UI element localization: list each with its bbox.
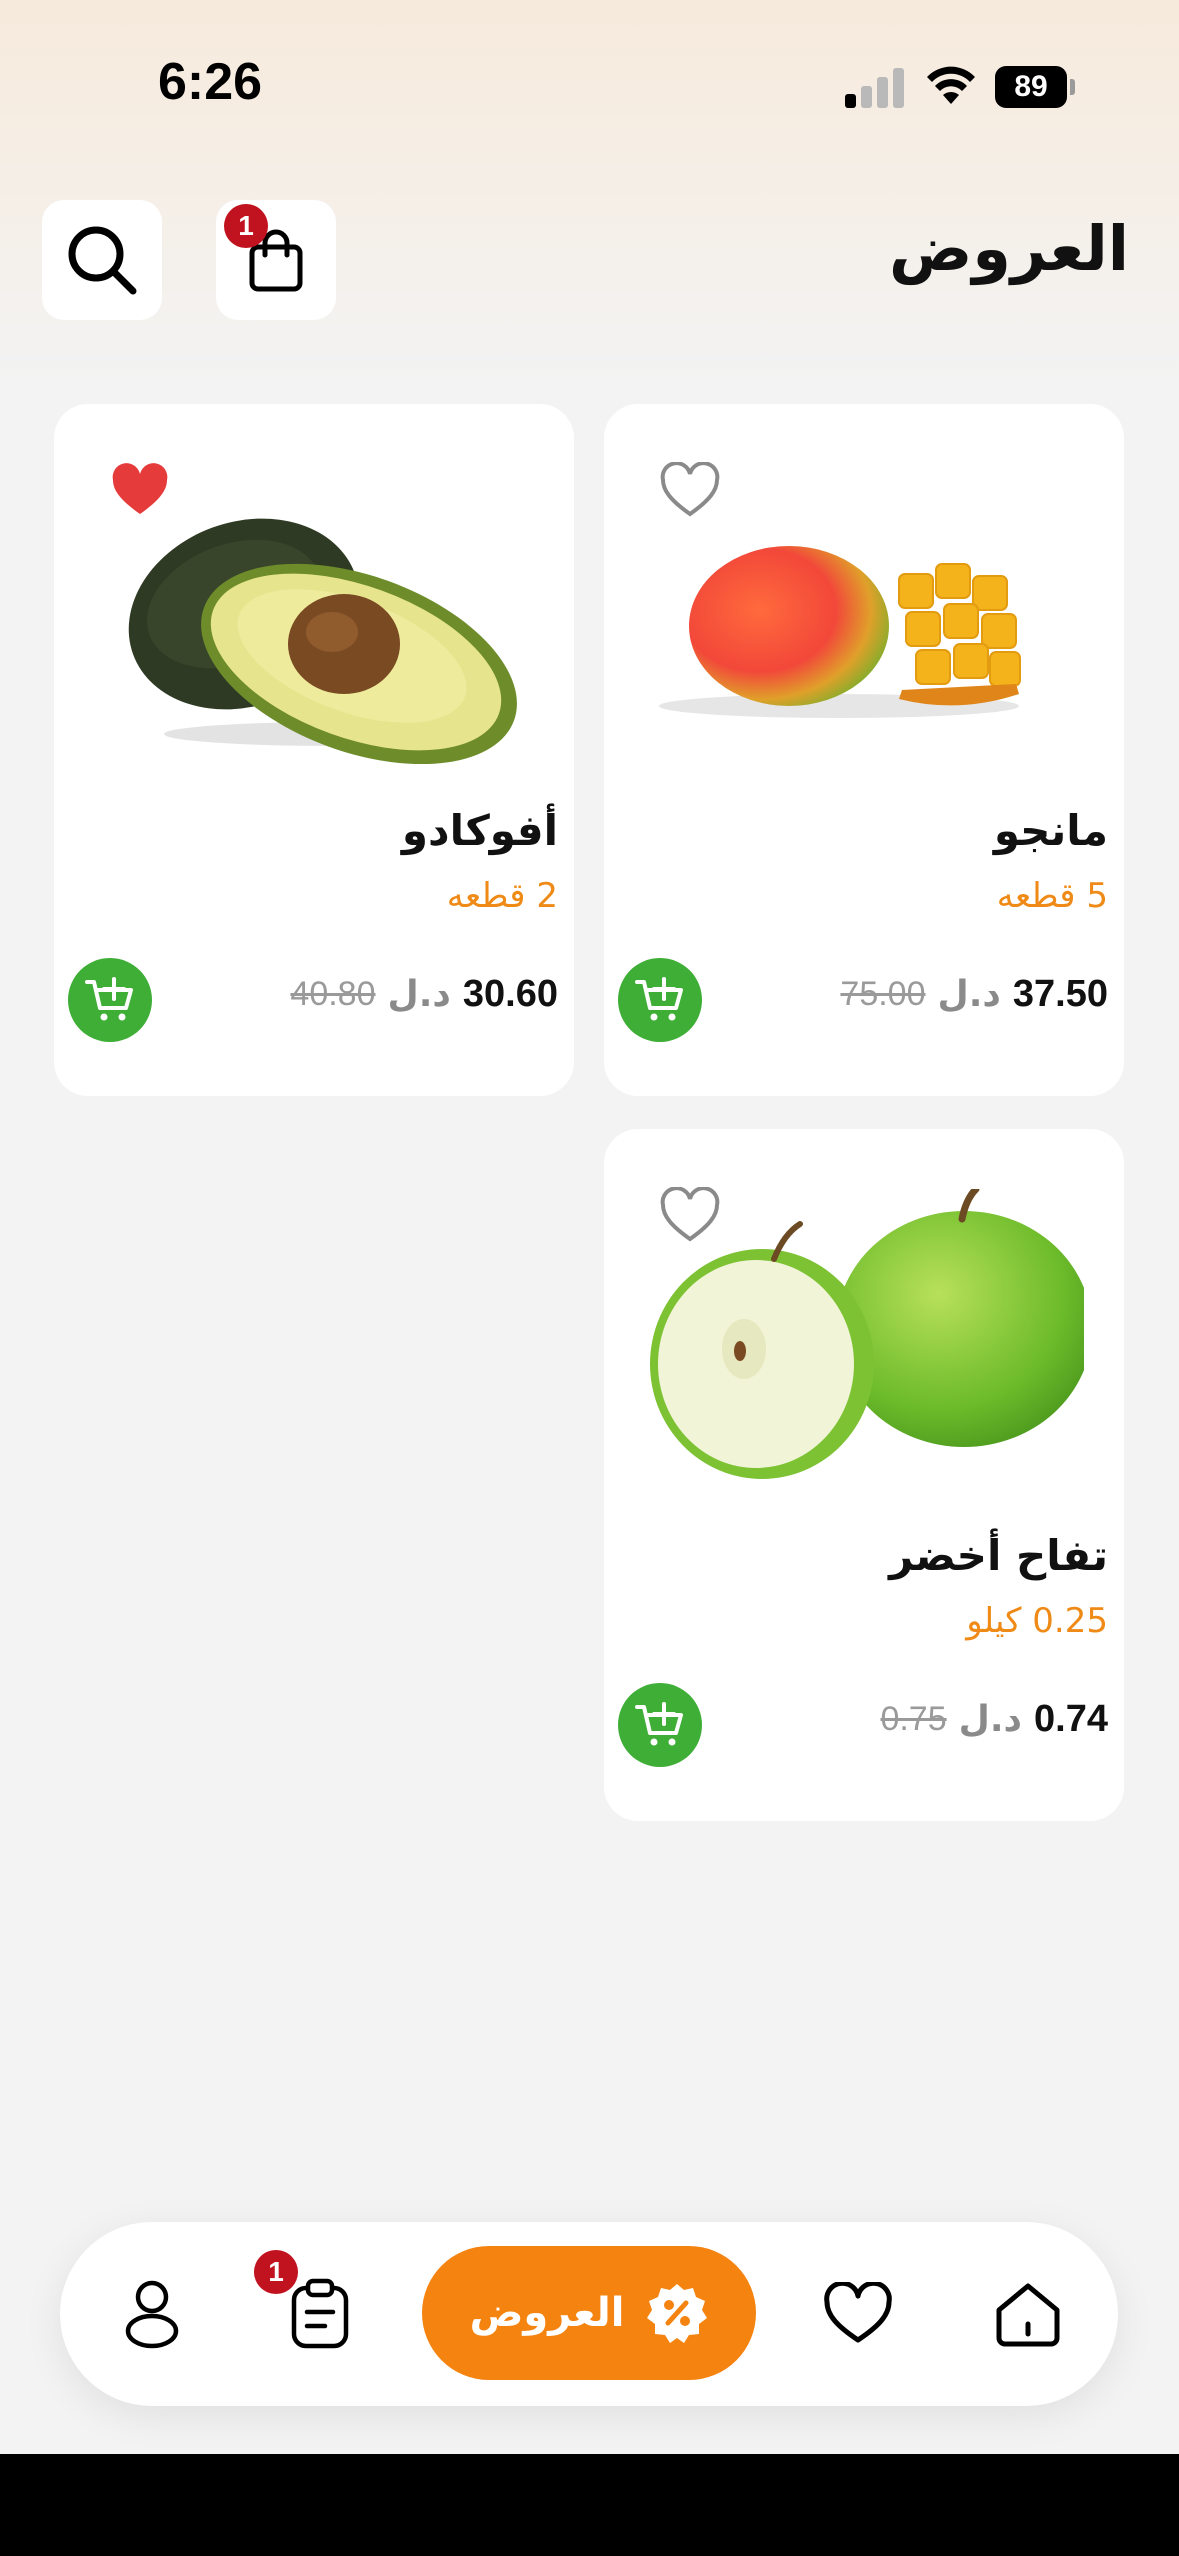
- green-apple-image: [650, 1189, 1084, 1479]
- status-bar: 6:26 89: [0, 0, 1179, 150]
- old-price: 40.80: [290, 974, 376, 1013]
- add-to-cart-button[interactable]: [68, 958, 152, 1042]
- price-row: 37.50 د.ل 75.00: [840, 964, 1108, 1024]
- price-row: 30.60 د.ل 40.80: [290, 964, 558, 1024]
- currency-label: د.ل: [958, 1698, 1023, 1740]
- cart-plus-icon: [635, 1702, 683, 1746]
- product-card[interactable]: أفوكادو 2 قطعه 30.60 د.ل 40.80: [54, 404, 574, 1096]
- price-row: 0.74 د.ل 0.75: [880, 1689, 1108, 1749]
- nav-offers-label: العروض: [469, 2290, 625, 2336]
- profile-icon: [125, 2280, 179, 2349]
- product-card[interactable]: مانجو 5 قطعه 37.50 د.ل 75.00: [604, 404, 1124, 1096]
- cart-plus-icon: [85, 977, 133, 1021]
- nav-offers[interactable]: العروض: [422, 2246, 756, 2380]
- product-name: أفوكادو: [401, 806, 558, 855]
- heart-icon: [824, 2282, 892, 2343]
- search-button[interactable]: [42, 200, 162, 320]
- product-card[interactable]: تفاح أخضر 0.25 كيلو 0.74 د.ل 0.75: [604, 1129, 1124, 1821]
- battery-icon: 89: [995, 66, 1075, 108]
- bottom-system-bar: [0, 2454, 1179, 2556]
- old-price: 0.75: [880, 1699, 947, 1738]
- product-unit: 2 قطعه: [446, 876, 558, 916]
- product-price: 0.74: [1034, 1697, 1108, 1740]
- offers-icon: [647, 2284, 708, 2343]
- cart-plus-icon: [635, 977, 683, 1021]
- product-price: 37.50: [1012, 972, 1108, 1015]
- status-time: 6:26: [158, 53, 263, 111]
- nav-home[interactable]: [988, 2274, 1068, 2354]
- product-name: تفاح أخضر: [889, 1531, 1108, 1580]
- old-price: 75.00: [840, 974, 926, 1013]
- cart-count-badge: 1: [224, 204, 268, 248]
- product-price: 30.60: [462, 972, 558, 1015]
- bottom-navigation: العروض: [60, 2222, 1118, 2406]
- product-unit: 5 قطعه: [996, 876, 1108, 916]
- orders-icon: [291, 2278, 349, 2349]
- wifi-icon: [927, 66, 975, 104]
- nav-favorites[interactable]: [818, 2274, 898, 2354]
- currency-label: د.ل: [387, 973, 451, 1015]
- add-to-cart-button[interactable]: [618, 958, 702, 1042]
- avocado-image: [128, 518, 517, 764]
- product-name: مانجو: [993, 806, 1108, 855]
- cellular-signal-icon: [845, 66, 905, 108]
- nav-profile[interactable]: [112, 2274, 192, 2354]
- product-unit: 0.25 كيلو: [966, 1601, 1108, 1641]
- page-title: العروض: [888, 212, 1129, 285]
- battery-level: 89: [995, 66, 1067, 108]
- search-icon: [68, 226, 137, 295]
- home-icon: [996, 2283, 1060, 2347]
- orders-count-badge: 1: [254, 2250, 298, 2294]
- mango-image: [659, 546, 1021, 718]
- currency-label: د.ل: [937, 973, 1001, 1015]
- add-to-cart-button[interactable]: [618, 1683, 702, 1767]
